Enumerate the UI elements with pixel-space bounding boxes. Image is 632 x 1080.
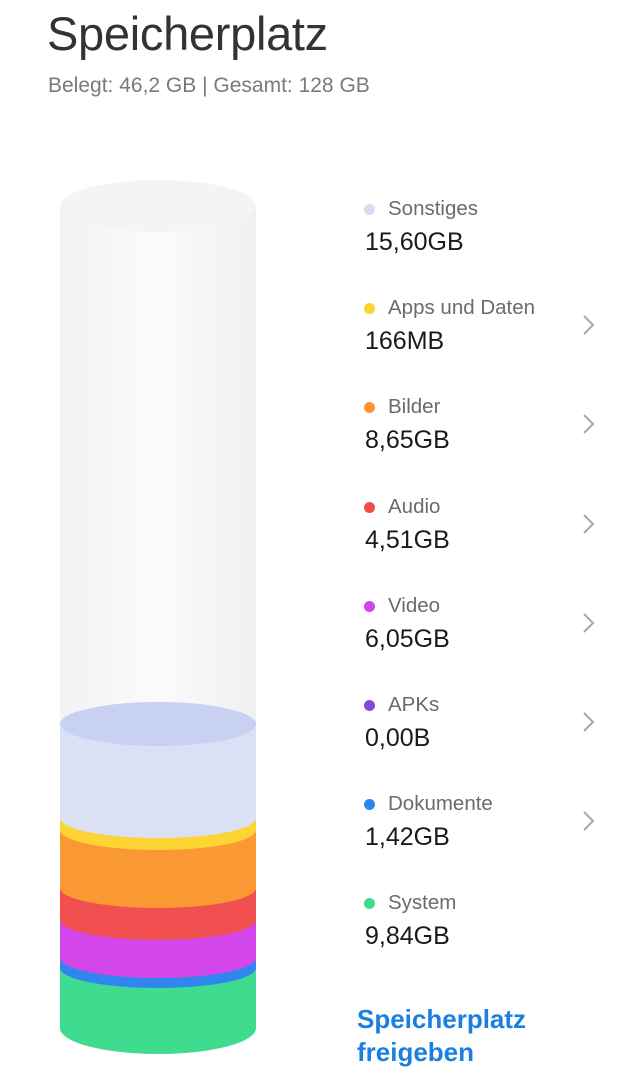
legend-label: Audio	[388, 494, 441, 518]
legend-label: Video	[388, 593, 441, 617]
legend-dot	[364, 600, 375, 612]
legend-dot	[364, 204, 375, 215]
legend-item-audio[interactable]: Audio 4,51GB	[358, 488, 598, 587]
chevron-right-icon[interactable]	[578, 313, 598, 337]
page-title: Speicherplatz	[47, 7, 328, 60]
legend-value: 166MB	[365, 327, 445, 356]
legend-label: Dokumente	[388, 792, 493, 816]
chevron-right-icon[interactable]	[578, 611, 598, 635]
legend-value: 1,42GB	[365, 823, 450, 852]
storage-legend: Sonstiges 15,60GB Apps und Daten 166MB Bilde…	[358, 190, 598, 984]
storage-summary: Belegt: 46,2 GB | Gesamt: 128 GB	[48, 74, 370, 97]
legend-item-bilder[interactable]: Bilder 8,65GB	[358, 388, 598, 487]
legend-item-system: System 9,84GB	[358, 884, 598, 983]
legend-item-apps-und-daten[interactable]: Apps und Daten 166MB	[358, 289, 598, 388]
legend-dot	[364, 699, 375, 711]
cylinder-top	[60, 180, 256, 232]
legend-label: Sonstiges	[388, 197, 479, 220]
segment-sonstiges-top	[60, 702, 256, 746]
legend-label: Bilder	[388, 395, 441, 419]
legend-dot	[364, 501, 375, 513]
legend-dot	[364, 799, 375, 811]
storage-cylinder-chart	[60, 180, 256, 1054]
legend-dot	[364, 898, 375, 910]
legend-value: 9,84GB	[365, 922, 450, 951]
legend-value: 4,51GB	[365, 525, 450, 554]
free-storage-button[interactable]: Speicherplatz freigeben	[357, 1003, 597, 1069]
legend-dot	[364, 402, 375, 414]
legend-value: 6,05GB	[365, 624, 450, 653]
legend-label: APKs	[388, 692, 440, 716]
chevron-right-icon[interactable]	[578, 512, 598, 536]
legend-item-sonstiges: Sonstiges 15,60GB	[358, 190, 598, 289]
chevron-right-icon[interactable]	[578, 809, 598, 833]
legend-value: 0,00B	[365, 723, 431, 752]
legend-item-dokumente[interactable]: Dokumente 1,42GB	[358, 785, 598, 884]
legend-value: 15,60GB	[365, 228, 464, 256]
legend-label: Apps und Daten	[388, 296, 536, 320]
chevron-right-icon[interactable]	[578, 412, 598, 436]
legend-item-apks[interactable]: APKs 0,00B	[358, 686, 598, 785]
legend-label: System	[388, 891, 457, 915]
legend-item-video[interactable]: Video 6,05GB	[358, 587, 598, 686]
chevron-right-icon[interactable]	[578, 710, 598, 734]
legend-value: 8,65GB	[365, 426, 450, 455]
free-storage-label-line1: Speicherplatz	[357, 1004, 527, 1034]
legend-dot	[364, 303, 375, 315]
free-storage-label-line2: freigeben	[357, 1037, 475, 1067]
